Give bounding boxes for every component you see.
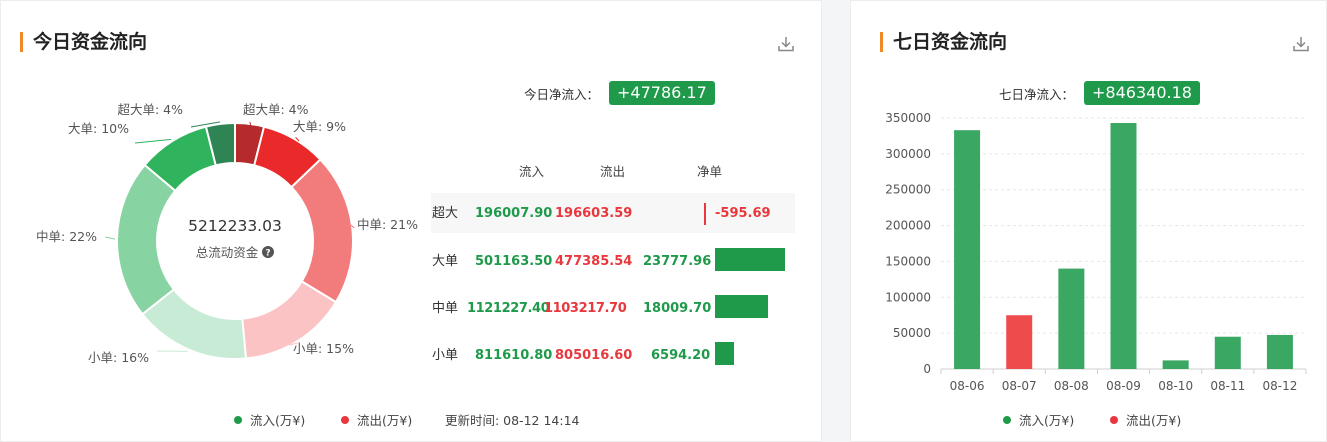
row-category: 中单 [432,301,459,316]
donut-label-line [134,138,172,144]
legend-dot-inflow [1003,415,1011,424]
bar[interactable] [954,130,981,369]
donut-center-caption: 总流动资金 ? [175,242,295,261]
y-tick-label: 350000 [885,111,931,125]
week-flow-panel: 七日资金流向 七日净流入： +846340.18 0 50000 100000 150… [850,0,1327,442]
row-net: 6594.20 [651,348,711,363]
donut-slice-label: 中单: 22% [36,229,97,244]
table-row: 大单 501163.50 477385.54 23777.96 [431,241,795,281]
week-title: 七日资金流向 [879,31,1008,53]
donut-slice-label: 小单: 16% [88,350,149,365]
x-tick-label: 08-09 [1106,379,1141,393]
x-tick-label: 08-12 [1262,379,1297,393]
donut-slice[interactable] [290,158,354,304]
week-bar-chart: 0 50000 100000 150000 200000 250000 300000 3500… [885,111,1307,393]
bar[interactable] [1058,268,1085,369]
row-outflow: 196603.59 [555,206,633,221]
legend-label-inflow: 流入(万¥) [250,413,306,428]
week-net-label: 七日净流入： [999,86,1075,102]
donut-slices [116,121,354,360]
y-tick-label: 200000 [885,219,931,233]
bar-marks [954,123,1293,369]
update-time: 更新时间: 08-12 14:14 [445,413,580,428]
legend-dot-inflow [234,415,242,424]
donut-slice-label: 超大单: 4% [243,102,309,117]
y-tick-label: 50000 [893,326,931,340]
row-outflow: 1103217.70 [544,301,627,316]
bar[interactable] [1006,315,1033,369]
legend-dot-outflow [341,415,349,424]
donut-slice-label: 中单: 21% [357,217,418,232]
today-legend-inflow[interactable]: 流入(万¥) [234,410,305,429]
donut-center-label: 总流动资金 [195,245,259,260]
row-inflow: 1121227.40 [467,301,550,316]
x-tick-label: 08-06 [950,379,985,393]
bar[interactable] [1266,334,1293,369]
row-inflow: 196007.90 [475,206,553,221]
legend-label-inflow: 流入(万¥) [1019,413,1075,428]
week-legend-inflow[interactable]: 流入(万¥) [1003,410,1074,429]
donut-slice-label: 小单: 15% [293,341,354,356]
today-net-badge: +47786.17 [609,81,715,105]
net-bar-negative [704,203,706,225]
donut-slice[interactable] [116,163,177,316]
row-outflow: 477385.54 [555,254,633,269]
y-tick-label: 300000 [885,147,931,161]
col-header-net: 净单 [697,164,723,179]
donut-slice-label: 超大单: 4% [117,102,183,117]
col-header-outflow: 流出 [600,164,626,179]
legend-label-outflow: 流出(万¥) [357,413,413,428]
row-inflow: 811610.80 [475,348,553,363]
donut-slice-label: 大单: 9% [293,119,346,134]
bar[interactable] [1162,360,1189,369]
today-donut-chart: 超大单: 4% 大单: 9% 中单: 21% 小单: 15% 小单: 16% 中单: 22… [36,102,418,365]
y-tick-label: 100000 [885,290,931,304]
x-tick-label: 08-08 [1054,379,1089,393]
y-tick-label: 150000 [885,254,931,268]
today-title: 今日资金流向 [19,31,148,53]
y-tick-label: 250000 [885,183,931,197]
row-inflow: 501163.50 [475,254,553,269]
table-row: 小单 811610.80 805016.60 6594.20 [431,335,795,375]
row-net: -595.69 [715,206,771,221]
today-legend-outflow[interactable]: 流出(万¥) [341,410,412,429]
download-icon[interactable] [777,35,795,53]
bar[interactable] [1110,123,1137,369]
today-net-row: 今日净流入： +47786.17 [524,81,715,105]
x-tick-label: 08-11 [1210,379,1245,393]
week-legend-outflow[interactable]: 流出(万¥) [1110,410,1181,429]
bar[interactable] [1214,336,1241,369]
x-tick-label: 08-10 [1158,379,1193,393]
row-outflow: 805016.60 [555,348,633,363]
table-row: 超大 196007.90 196603.59 -595.69 [431,193,795,233]
today-flow-panel: 今日资金流向 今日净流入： +47786.17 超大单: 4% 大单: 9% 中单:… [0,0,822,442]
legend-label-outflow: 流出(万¥) [1126,413,1182,428]
row-net: 23777.96 [643,254,712,269]
row-category: 小单 [432,348,459,363]
donut-slice-label: 大单: 10% [68,121,129,136]
y-tick-labels: 0 50000 100000 150000 200000 250000 300000 3500… [885,111,931,376]
donut-label-line [104,236,116,240]
net-bar [715,342,734,365]
legend-dot-outflow [1110,415,1118,424]
net-bar [715,295,768,318]
col-header-inflow: 流入 [519,164,545,179]
y-tick-label: 0 [923,362,931,376]
help-icon[interactable]: ? [262,246,275,258]
table-row: 中单 1121227.40 1103217.70 18009.70 [431,288,795,328]
row-category: 超大 [432,206,459,221]
donut-center-value: 5212233.03 [188,217,282,235]
net-bar [715,248,785,271]
download-icon[interactable] [1292,35,1310,53]
svg-text:?: ? [266,248,271,258]
row-category: 大单 [432,254,459,269]
x-tick-labels: 08-06 08-07 08-08 08-09 08-10 08-11 08-12 [940,369,1307,393]
today-net-label: 今日净流入： [524,86,600,102]
x-tick-label: 08-07 [1002,379,1037,393]
row-net: 18009.70 [643,301,712,316]
